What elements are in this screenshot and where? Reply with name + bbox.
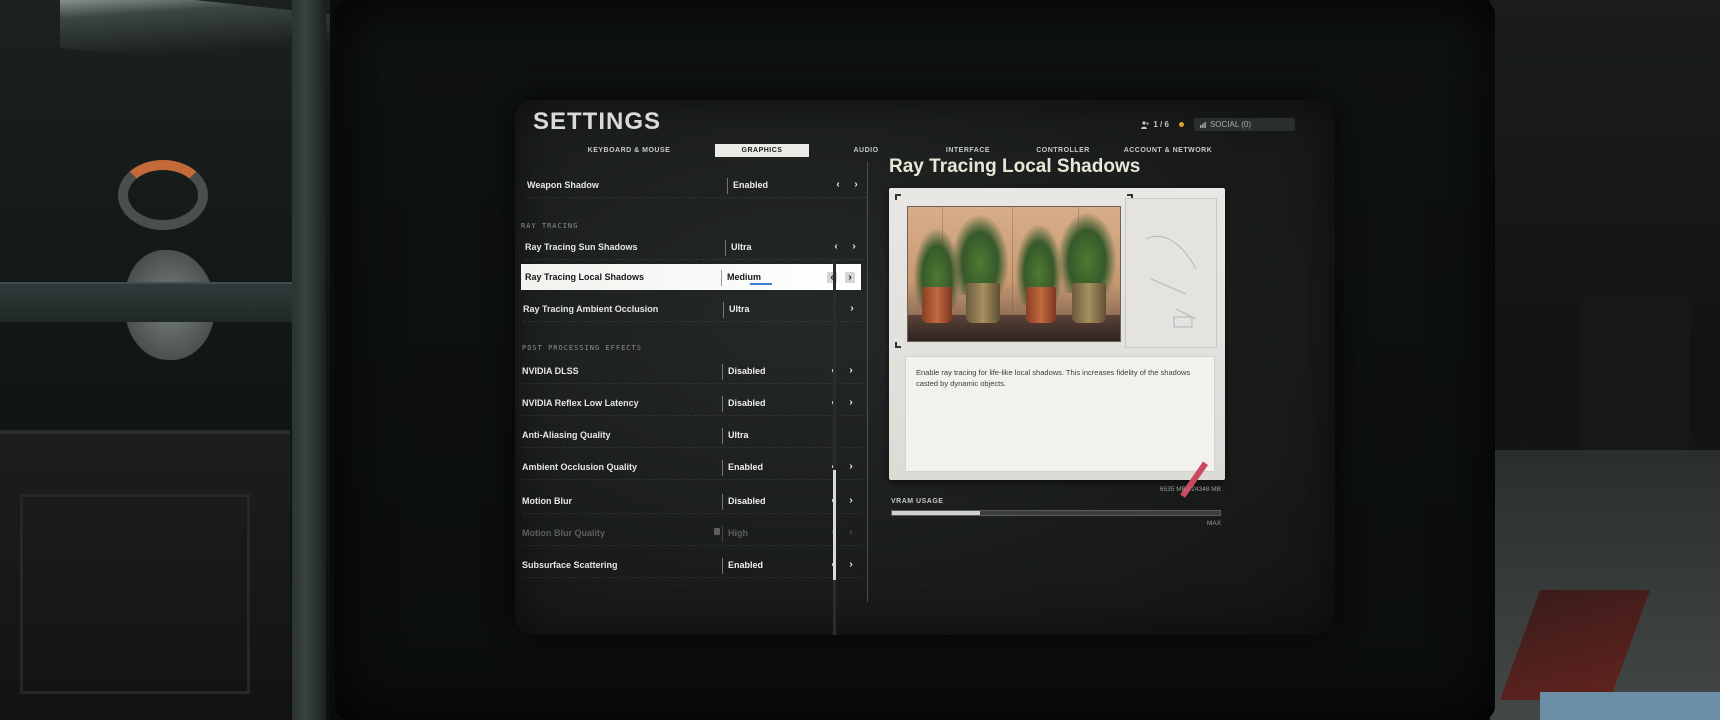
header-status: 1 / 6 SOCIAL (0) (1141, 118, 1295, 131)
setting-row-motion-blur[interactable]: Motion Blur Disabled ‹› (522, 488, 862, 514)
background-room-left (0, 0, 330, 720)
section-header-ray-tracing: RAY TRACING (521, 222, 579, 230)
background-shelf (0, 282, 320, 322)
background-blue-strip (1540, 692, 1720, 720)
preview-sketch-card (1125, 198, 1217, 348)
setting-row-anti-aliasing[interactable]: Anti-Aliasing Quality Ultra (522, 422, 862, 448)
background-cabinet (0, 430, 290, 720)
setting-value: Enabled (728, 559, 764, 570)
setting-label: Subsurface Scattering (522, 559, 618, 570)
setting-value: High (728, 527, 748, 538)
arrow-right-icon[interactable]: › (846, 461, 856, 472)
party-count: 1 / 6 (1153, 120, 1169, 129)
vram-max-label: MAX (1206, 520, 1221, 527)
setting-row-nvidia-dlss[interactable]: NVIDIA DLSS Disabled ‹› (522, 358, 862, 384)
setting-row-rt-sun-shadows[interactable]: Ray Tracing Sun Shadows Ultra ‹ › (525, 234, 865, 260)
ceiling-light (60, 0, 330, 77)
settings-screen: SETTINGS 1 / 6 SOCIAL (0) KEYBOARD & MOU… (515, 100, 1335, 635)
arrow-right-icon[interactable]: › (846, 559, 856, 570)
arrow-right-icon: › (849, 527, 853, 538)
setting-value: Ultra (729, 303, 750, 314)
scrollbar-thumb[interactable] (833, 470, 836, 580)
lock-icon (714, 528, 720, 535)
section-header-post-processing: POST PROCESSING EFFECTS (522, 344, 642, 352)
setting-label: Weapon Shadow (527, 179, 599, 190)
social-label: SOCIAL (0) (1209, 120, 1251, 129)
setting-row-ao-quality[interactable]: Ambient Occlusion Quality Enabled ‹› (522, 454, 862, 480)
tab-controller[interactable]: CONTROLLER (1013, 144, 1113, 157)
setting-label: Ray Tracing Ambient Occlusion (523, 303, 659, 314)
setting-row-motion-blur-quality: Motion Blur Quality High ‹› (522, 520, 862, 546)
setting-label: Ray Tracing Local Shadows (525, 272, 645, 282)
setting-row-nvidia-reflex[interactable]: NVIDIA Reflex Low Latency Disabled ‹› (522, 390, 862, 416)
setting-row-rt-ambient-occlusion[interactable]: Ray Tracing Ambient Occlusion Ultra ‹› (523, 296, 863, 322)
setting-row-rt-local-shadows[interactable]: Ray Tracing Local Shadows Medium ‹ › (521, 264, 861, 290)
arrow-left-icon[interactable]: ‹ (833, 179, 843, 190)
tab-graphics[interactable]: GRAPHICS (715, 143, 809, 157)
background-room-right (1490, 0, 1720, 720)
setting-row-subsurface-scattering[interactable]: Subsurface Scattering Enabled ‹› (522, 552, 862, 578)
setting-value: Enabled (733, 179, 769, 190)
setting-label: NVIDIA Reflex Low Latency (522, 397, 639, 408)
settings-list: Weapon Shadow Enabled ‹ › RAY TRACING Ray… (515, 170, 867, 635)
tab-interface[interactable]: INTERFACE (923, 144, 1013, 157)
party-icon (1141, 120, 1150, 129)
setting-label: Motion Blur Quality (522, 527, 605, 538)
social-button[interactable]: SOCIAL (0) (1193, 118, 1295, 131)
arrow-right-icon[interactable]: › (847, 303, 857, 314)
setting-label: Ambient Occlusion Quality (522, 461, 638, 472)
setting-label: Motion Blur (522, 495, 572, 506)
preview-image (907, 206, 1121, 342)
arrow-right-icon[interactable]: › (849, 241, 859, 252)
setting-value: Disabled (728, 397, 766, 408)
setting-row-weapon-shadow[interactable]: Weapon Shadow Enabled ‹ › (527, 172, 867, 198)
value-underline (750, 283, 772, 285)
preview-card: Enable ray tracing for life-like local s… (889, 188, 1225, 498)
arrow-right-icon[interactable]: › (846, 397, 856, 408)
tab-account-network[interactable]: ACCOUNT & NETWORK (1113, 144, 1223, 157)
vram-usage: VRAM USAGE 6535 MB / 24348 MB MAX (891, 486, 1221, 527)
setting-value: Disabled (728, 495, 766, 506)
description-box: Enable ray tracing for life-like local s… (905, 356, 1215, 498)
arrow-right-icon[interactable]: › (846, 495, 856, 506)
party-indicator[interactable]: 1 / 6 (1141, 120, 1169, 129)
setting-label: Anti-Aliasing Quality (522, 429, 611, 440)
settings-scrollbar[interactable] (833, 260, 836, 635)
setting-label: NVIDIA DLSS (522, 365, 579, 376)
setting-label: Ray Tracing Sun Shadows (525, 241, 638, 252)
vram-usage-text: 6535 MB / 24348 MB (1159, 486, 1221, 493)
background-pillar (292, 0, 326, 720)
detail-title: Ray Tracing Local Shadows (889, 156, 1141, 177)
arrow-right-icon[interactable]: › (845, 271, 855, 283)
page-title: SETTINGS (533, 108, 662, 135)
arrow-left-icon[interactable]: ‹ (831, 241, 841, 252)
setting-description: Enable ray tracing for life-like local s… (916, 368, 1191, 388)
panel-divider (867, 162, 868, 602)
setting-value: Enabled (728, 461, 764, 472)
background-chair (1580, 290, 1690, 450)
social-icon (1199, 121, 1206, 128)
arrow-right-icon[interactable]: › (846, 365, 856, 376)
setting-value: Ultra (728, 429, 749, 440)
setting-value: Disabled (728, 365, 766, 376)
tab-audio[interactable]: AUDIO (809, 144, 923, 157)
vram-label: VRAM USAGE (891, 498, 944, 505)
vram-bar (891, 510, 1221, 516)
background-ring-object (118, 160, 208, 230)
tab-keyboard-mouse[interactable]: KEYBOARD & MOUSE (585, 144, 673, 157)
vram-bar-fill (892, 511, 980, 515)
status-dot-icon (1178, 122, 1184, 127)
setting-value: Medium (727, 272, 762, 282)
setting-value: Ultra (731, 241, 752, 252)
arrow-right-icon[interactable]: › (851, 179, 861, 190)
